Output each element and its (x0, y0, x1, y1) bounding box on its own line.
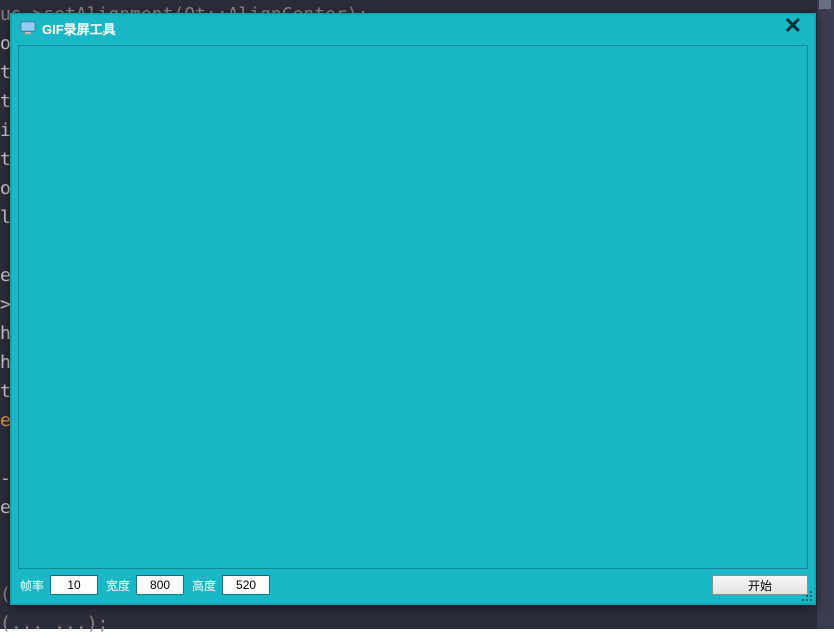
width-label: 宽度 (104, 577, 130, 594)
gif-recorder-window: GIF录屏工具 ✕ 帧率 宽度 高度 开始 (10, 13, 816, 605)
window-title: GIF录屏工具 (42, 19, 780, 38)
start-button[interactable]: 开始 (712, 575, 808, 595)
vertical-scrollbar[interactable] (816, 0, 834, 629)
titlebar[interactable]: GIF录屏工具 ✕ (12, 15, 814, 41)
scrollbar-thumb[interactable] (819, 0, 831, 9)
height-label: 高度 (190, 577, 216, 594)
fps-label: 帧率 (18, 577, 44, 594)
close-icon[interactable]: ✕ (780, 19, 806, 37)
computer-icon (20, 20, 36, 36)
size-grip[interactable] (800, 589, 814, 603)
fps-input[interactable] (50, 575, 98, 595)
bottom-toolbar: 帧率 宽度 高度 开始 (18, 573, 808, 597)
capture-viewport (18, 45, 808, 569)
width-input[interactable] (136, 575, 184, 595)
height-input[interactable] (222, 575, 270, 595)
